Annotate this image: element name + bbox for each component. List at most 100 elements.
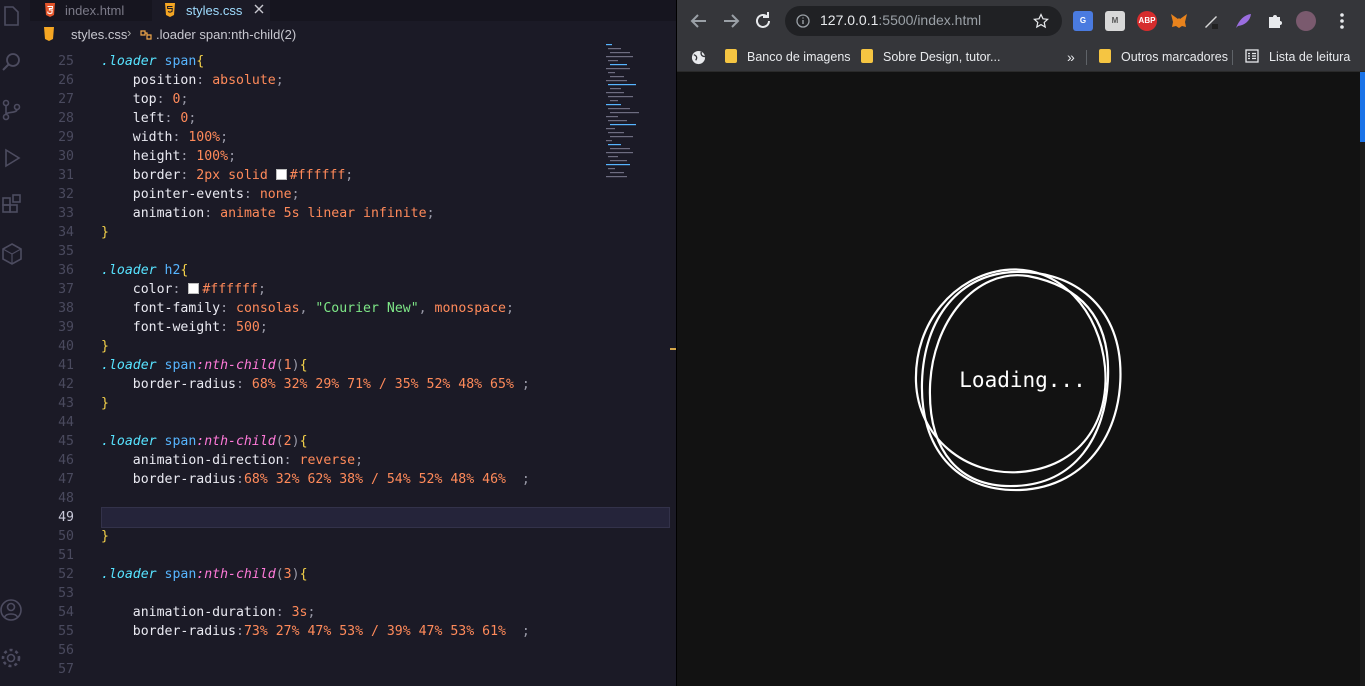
remote-explorer-icon[interactable] [0,242,24,266]
code-token: ; [307,605,316,620]
line-number: 35 [58,244,74,259]
bookmark-sobre-design[interactable]: Sobre Design, tutor... [861,47,1000,67]
extensions-icon[interactable] [0,194,24,218]
code-token: 68% 32% 29% 71% / 35% 52% 48% 65% [251,377,514,392]
profile-avatar-icon[interactable] [1296,11,1316,31]
code-line[interactable]: 39 font-weight: 500; [30,318,610,337]
bookmark-outros-marcadores[interactable]: Outros marcadores [1099,47,1228,67]
code-line[interactable]: 53 [30,584,610,603]
code-token: .loader [101,434,157,449]
code-token: ) [291,434,300,449]
code-line[interactable]: 29 width: 100%; [30,128,610,147]
code-line[interactable]: 43} [30,394,610,413]
code-area[interactable]: 25 .loader span{26 position: absolute; 27 … [30,52,670,686]
extensions-puzzle-icon[interactable] [1265,11,1285,31]
reload-icon[interactable] [752,10,774,32]
minimap-line [608,48,621,50]
code-line[interactable]: 55 border-radius:73% 27% 47% 53% / 39% 4… [30,622,610,641]
code-token: ; [188,111,197,126]
code-line[interactable]: 31 border: 2px solid #ffffff; [30,166,610,185]
code-line[interactable]: 37 color: #ffffff; [30,280,610,299]
code-line[interactable]: 50} [30,527,610,546]
back-arrow-icon[interactable] [688,10,710,32]
adblock-plus-icon[interactable]: ABP [1137,11,1157,31]
bookmark-banco-de-imagens[interactable]: Banco de imagens [725,47,851,67]
code-token: : [220,301,236,316]
code-line[interactable]: 57 [30,660,610,679]
line-text: .loader h2{ [101,261,188,280]
code-line[interactable]: 42 border-radius: 68% 32% 29% 71% / 35% … [30,375,610,394]
page-scrollbar[interactable] [1360,72,1365,686]
code-line[interactable]: 32 pointer-events: none; [30,185,610,204]
code-line[interactable]: 54 animation-duration: 3s; [30,603,610,622]
code-line[interactable]: 48 [30,489,610,508]
url-text[interactable]: 127.0.0.1:5500/index.html [820,12,981,28]
extension-m-icon[interactable]: M [1105,11,1125,31]
code-line[interactable]: 34} [30,223,610,242]
line-number: 28 [58,111,74,126]
bookmarks-overflow-button[interactable]: » [1067,47,1075,67]
code-token: ; [505,624,530,639]
css3-icon [44,27,54,41]
code-line[interactable]: 33 animation: animate 5s linear infinite… [30,204,610,223]
code-line[interactable]: 51 [30,546,610,565]
page-viewport[interactable]: Loading... [677,72,1365,686]
metamask-fox-icon[interactable] [1169,11,1189,31]
code-line[interactable]: 30 height: 100%; [30,147,610,166]
run-debug-icon[interactable] [0,146,24,170]
settings-gear-icon[interactable] [0,646,24,670]
code-line[interactable]: 25 .loader span{ [30,52,610,71]
close-icon[interactable] [253,3,265,15]
breadcrumb-file[interactable]: styles.css [71,27,127,42]
code-line[interactable]: 41 .loader span:nth-child(1){ [30,356,610,375]
reading-list-button[interactable]: Lista de leitura [1245,47,1350,67]
bookmark-star-icon[interactable] [1033,13,1049,29]
search-icon[interactable] [0,50,24,74]
code-token: ) [291,567,300,582]
explorer-icon[interactable] [0,4,24,28]
code-token: border-radius [132,377,236,392]
code-token: ; [505,472,530,487]
forward-arrow-icon[interactable] [720,10,742,32]
info-icon[interactable] [796,14,810,28]
code-line[interactable]: 52 .loader span:nth-child(3){ [30,565,610,584]
address-bar[interactable]: 127.0.0.1:5500/index.html [785,6,1062,36]
code-token: : [283,453,300,468]
code-line[interactable]: 45 .loader span:nth-child(2){ [30,432,610,451]
code-line[interactable]: 40} [30,337,610,356]
line-number: 42 [58,377,74,392]
scrollbar-thumb[interactable] [1360,72,1365,142]
menu-kebab-icon[interactable] [1332,11,1352,31]
code-line[interactable]: 28 left: 0; [30,109,610,128]
code-token: : [180,168,197,183]
code-line[interactable]: 46 animation-direction: reverse; [30,451,610,470]
line-number: 48 [58,491,74,506]
code-line[interactable]: 26 position: absolute; [30,71,610,90]
tab-styles-css[interactable]: styles.css [152,0,270,21]
code-token: } [101,225,109,240]
code-line[interactable]: 35 [30,242,610,261]
minimap[interactable] [604,44,672,184]
code-line[interactable]: 49 [58,507,670,528]
source-control-icon[interactable] [0,98,24,122]
feather-icon[interactable] [1233,11,1253,31]
breadcrumb-selector[interactable]: .loader span:nth-child(2) [156,27,296,42]
code-token: monospace [434,301,506,316]
color-swatch[interactable] [188,283,200,294]
apps-globe-icon[interactable] [691,50,706,65]
account-icon[interactable] [0,598,24,622]
code-line[interactable]: 47 border-radius:68% 32% 62% 38% / 54% 5… [30,470,610,489]
code-line[interactable]: 27 top: 0; [30,90,610,109]
color-swatch[interactable] [275,169,287,180]
code-line[interactable]: 36 .loader h2{ [30,261,610,280]
tab-index-html[interactable]: index.html [30,0,152,21]
code-line[interactable]: 44 [30,413,610,432]
pen-tool-icon[interactable] [1201,11,1221,31]
code-line[interactable]: 56 [30,641,610,660]
code-line[interactable]: 38 font-family: consolas, "Courier New",… [30,299,610,318]
google-translate-icon[interactable]: G [1073,11,1093,31]
